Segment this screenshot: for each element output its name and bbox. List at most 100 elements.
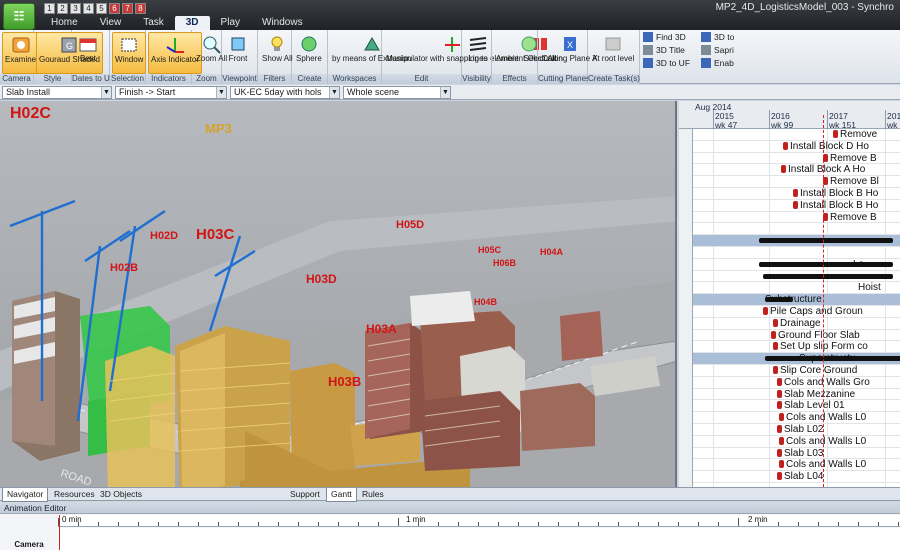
gantt-chart[interactable]: Aug 2014 2015 2016 2017 201 wk 47 wk 99 … xyxy=(679,101,900,487)
menu-tab-home[interactable]: Home xyxy=(40,16,89,30)
gantt-task-row[interactable]: Pile Caps and Groun xyxy=(693,306,900,318)
show-all-button[interactable]: Show All xyxy=(260,32,295,74)
tab-3d-objects[interactable]: 3D Objects xyxy=(96,488,146,501)
gantt-splitter[interactable] xyxy=(679,101,693,487)
gantt-task-row[interactable]: Set Up slip Form co xyxy=(693,341,900,354)
gantt-task-row[interactable]: Cols and Walls Gro xyxy=(693,377,900,389)
gantt-task-label: Slab L04 xyxy=(777,471,823,483)
gantt-task-label: Pile Caps and Groun xyxy=(763,306,863,318)
quick-access-button[interactable]: 1 xyxy=(44,3,55,14)
relationship-dropdown[interactable]: Finish -> Start ▼ xyxy=(115,86,227,99)
quick-access-button[interactable]: 7 xyxy=(122,3,133,14)
3d-viewport[interactable]: H02C MP3 H02D H03C H02B H03D H03A H03B H… xyxy=(0,101,677,487)
3d-title-button[interactable]: 3D Title xyxy=(643,44,698,56)
ribbon-group-label: Indicators xyxy=(146,74,191,84)
quick-access-button[interactable]: 2 xyxy=(57,3,68,14)
button-label: Sapri xyxy=(714,45,734,55)
button-label: Window xyxy=(115,55,144,64)
enab-button[interactable]: Enab xyxy=(701,57,738,69)
gantt-task-row[interactable]: Install Block B Ho xyxy=(693,200,900,212)
link-type-dropdown[interactable]: Slab Install ▼ xyxy=(2,86,112,99)
tab-rules[interactable]: Rules xyxy=(358,488,388,501)
3d-to-button[interactable]: 3D to xyxy=(701,31,738,43)
gantt-task-row[interactable]: Remove Bl xyxy=(693,176,900,188)
gantt-summary-row[interactable]: Superstructu xyxy=(693,353,900,365)
gantt-task-row[interactable]: Hoist xyxy=(693,282,900,295)
time-cursor[interactable] xyxy=(59,515,60,550)
gantt-task-row[interactable]: Slab L03 xyxy=(693,448,900,460)
gantt-task-row[interactable]: Install Block D Ho xyxy=(693,141,900,153)
time-ruler[interactable]: 0 min 1 min 2 min xyxy=(58,515,900,527)
block-far-right xyxy=(560,311,603,361)
gantt-task-row[interactable]: Install Block B Ho xyxy=(693,188,900,200)
sapri-button[interactable]: Sapri xyxy=(701,44,738,56)
calendar-dropdown[interactable]: UK-EC 5day with hols ▼ xyxy=(230,86,340,99)
gantt-task-row[interactable]: Slab L04 xyxy=(693,471,900,483)
quick-access-button[interactable]: 6 xyxy=(109,3,120,14)
button-label: 3D Title xyxy=(656,45,685,55)
at-root-level-button[interactable]: At root level xyxy=(590,32,636,74)
3d-to-uf-button[interactable]: 3D to UF xyxy=(643,57,698,69)
tag-h05c: H05C xyxy=(478,245,502,255)
gantt-task-row[interactable]: Lo xyxy=(693,259,900,271)
front-button[interactable]: Front xyxy=(224,32,252,74)
gantt-task-label: Slab L03 xyxy=(777,448,823,460)
best-button[interactable]: Best xyxy=(74,32,102,74)
gantt-task-row[interactable]: Remove B xyxy=(693,153,900,165)
gantt-task-row[interactable] xyxy=(693,223,900,236)
lines-button[interactable]: Lines xyxy=(464,32,492,74)
gantt-task-row[interactable]: Cols and Walls L0 xyxy=(693,459,900,472)
gantt-bar[interactable] xyxy=(759,238,893,244)
window-button[interactable]: Window xyxy=(112,32,147,74)
ribbon-group-style: G Gouraud Shaded Style xyxy=(34,30,103,84)
gantt-task-row[interactable] xyxy=(693,271,900,283)
tab-support[interactable]: Support xyxy=(286,488,324,501)
tab-gantt[interactable]: Gantt xyxy=(326,488,357,502)
ribbon-group-indicators: Axis Indicator Indicators xyxy=(146,30,203,84)
gantt-task-row[interactable]: Remove B xyxy=(693,212,900,224)
gantt-task-label: Drainage xyxy=(773,318,821,330)
site-model-scene[interactable]: H02C MP3 H02D H03C H02B H03D H03A H03B H… xyxy=(0,101,677,487)
menu-tab-task[interactable]: Task xyxy=(132,16,175,30)
gantt-task-row[interactable] xyxy=(693,247,900,259)
gantt-task-row[interactable]: Slip Core Ground xyxy=(693,365,900,377)
tab-navigator[interactable]: Navigator xyxy=(2,488,49,502)
menu-tab-3d[interactable]: 3D xyxy=(174,16,210,30)
menu-tab-windows[interactable]: Windows xyxy=(251,16,314,30)
quick-access-button[interactable]: 4 xyxy=(83,3,94,14)
task-marker-icon xyxy=(779,436,784,445)
gantt-bar[interactable] xyxy=(759,261,893,267)
gantt-task-row[interactable]: Cols and Walls L0 xyxy=(693,412,900,424)
tab-resources[interactable]: Resources xyxy=(50,488,99,501)
gantt-task-row[interactable]: Drainage xyxy=(693,318,900,330)
quick-access-button[interactable]: 3 xyxy=(70,3,81,14)
gantt-timescale: Aug 2014 2015 2016 2017 201 wk 47 wk 99 … xyxy=(679,101,900,130)
gantt-task-row[interactable]: Install Block A Ho xyxy=(693,164,900,177)
find-3d-button[interactable]: Find 3D xyxy=(643,31,698,43)
gantt-task-row[interactable]: Cols and Walls L0 xyxy=(693,436,900,448)
gantt-task-row[interactable]: Slab Level 01 xyxy=(693,400,900,413)
menu-tab-play[interactable]: Play xyxy=(210,16,251,30)
gantt-summary-row[interactable]: Substructure xyxy=(693,294,900,306)
app-menu-button[interactable]: ☷ xyxy=(3,3,35,30)
task-marker-icon xyxy=(783,141,788,150)
sphere-button[interactable]: Sphere xyxy=(294,32,324,74)
small-tool-icon xyxy=(701,58,711,68)
by-means-of-extrusion-icon xyxy=(360,33,384,54)
ribbon-group-filters: Show All Filters xyxy=(258,30,295,84)
tag-h06b: H06B xyxy=(493,258,517,268)
gantt-task-row[interactable]: Remove xyxy=(693,129,900,141)
gantt-bar[interactable] xyxy=(763,273,893,279)
gantt-summary-row[interactable] xyxy=(693,235,900,247)
camera-track[interactable] xyxy=(58,528,900,550)
gantt-task-row[interactable]: Slab Mezzanine xyxy=(693,389,900,401)
ribbon-group-dates-to-use: Best Dates to Use xyxy=(72,30,118,84)
gantt-task-row[interactable]: Ground Floor Slab xyxy=(693,330,900,342)
quick-access-button[interactable]: 5 xyxy=(96,3,107,14)
quick-access-button[interactable]: 8 xyxy=(135,3,146,14)
title-bar: ☷ 12345678 MP2_4D_LogisticsModel_003 - S… xyxy=(0,0,900,30)
menu-tab-view[interactable]: View xyxy=(89,16,133,30)
scene-dropdown[interactable]: Whole scene ▼ xyxy=(343,86,451,99)
zoom-all-icon xyxy=(200,33,224,54)
gantt-task-row[interactable]: Slab L02 xyxy=(693,424,900,436)
